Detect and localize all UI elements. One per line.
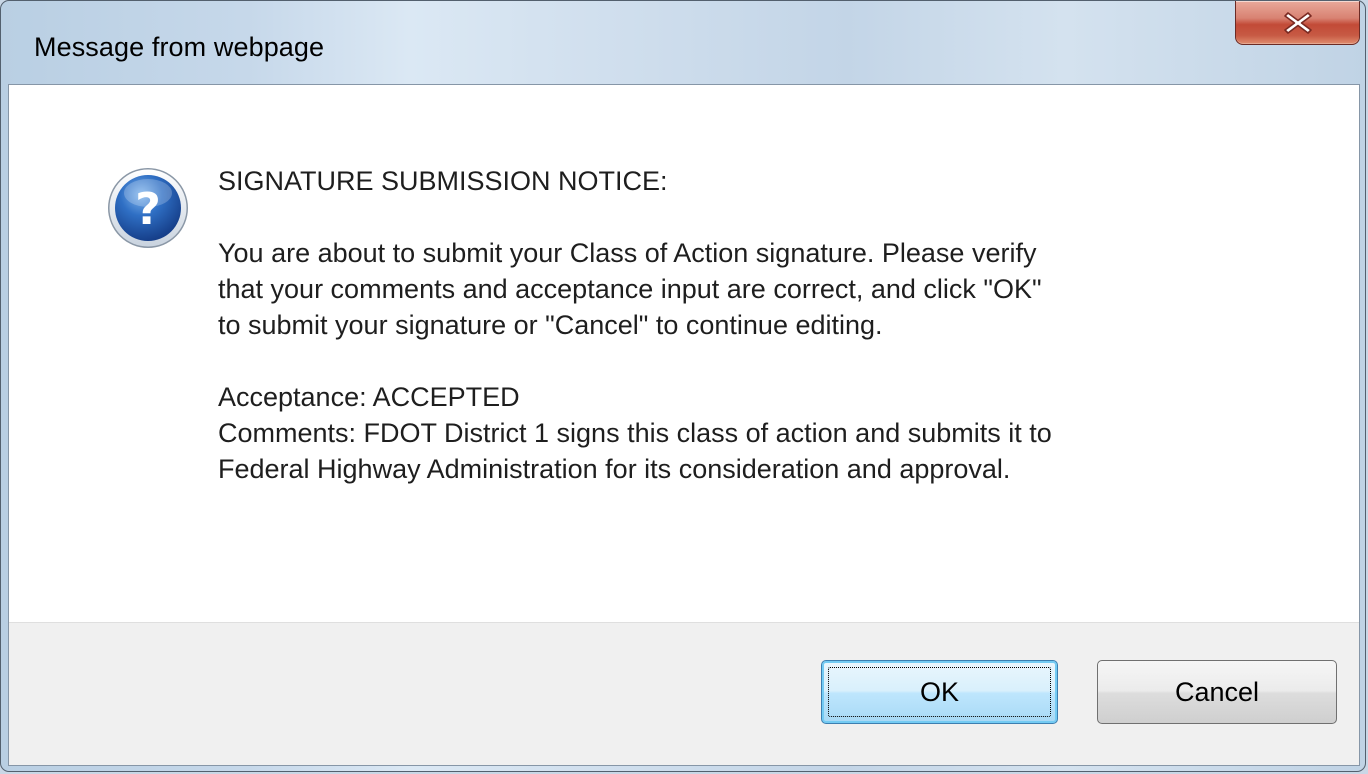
- message-text: SIGNATURE SUBMISSION NOTICE: You are abo…: [218, 163, 1338, 487]
- message-area: ? SIGNATURE SUBMISSION NOTICE: You are a…: [9, 85, 1359, 622]
- message-body: You are about to submit your Class of Ac…: [218, 235, 1338, 343]
- comments-line: Federal Highway Administration for its c…: [218, 454, 1011, 484]
- message-line: that your comments and acceptance input …: [218, 274, 1042, 304]
- ok-button-label: OK: [919, 676, 959, 707]
- ok-button[interactable]: OK: [821, 660, 1058, 724]
- message-heading: SIGNATURE SUBMISSION NOTICE:: [218, 166, 668, 196]
- close-icon: [1283, 11, 1312, 34]
- message-details: Acceptance: ACCEPTED Comments: FDOT Dist…: [218, 379, 1338, 487]
- cancel-button[interactable]: Cancel: [1097, 660, 1337, 724]
- svg-text:?: ?: [135, 184, 161, 235]
- cancel-button-label: Cancel: [1174, 676, 1260, 707]
- message-line: to submit your signature or "Cancel" to …: [218, 310, 883, 340]
- dialog-title: Message from webpage: [34, 32, 325, 62]
- acceptance-line: Acceptance: ACCEPTED: [218, 382, 520, 412]
- message-line: You are about to submit your Class of Ac…: [218, 238, 1037, 268]
- button-bar: OK Cancel: [9, 622, 1359, 765]
- title-bar[interactable]: Message from webpage: [1, 1, 1365, 83]
- question-icon: ?: [108, 168, 188, 248]
- dialog-content: ? SIGNATURE SUBMISSION NOTICE: You are a…: [8, 84, 1360, 766]
- close-button[interactable]: [1235, 1, 1360, 45]
- comments-line: Comments: FDOT District 1 signs this cla…: [218, 418, 1052, 448]
- dialog-window: Message from webpage ? SIGNATURE SUBMISS…: [0, 0, 1366, 772]
